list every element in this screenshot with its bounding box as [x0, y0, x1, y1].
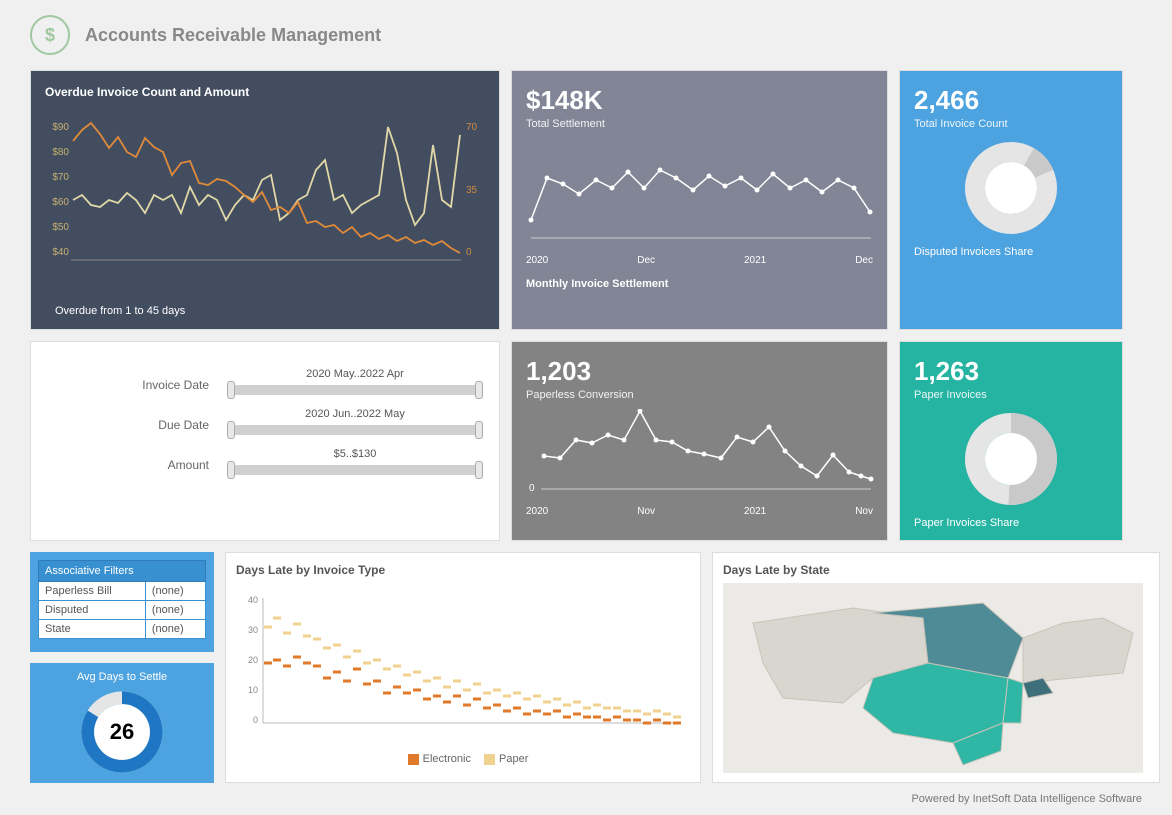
settlement-footer: Monthly Invoice Settlement [526, 278, 873, 290]
y-left-tick: $60 [52, 197, 69, 208]
assoc-row[interactable]: Disputed(none) [39, 601, 206, 620]
days-late-type-card: Days Late by Invoice Type 40 30 20 10 0 … [225, 552, 701, 783]
paper-invoices-card: 1,263 Paper Invoices Paper Invoices Shar… [899, 341, 1123, 541]
scatter-legend: Electronic Paper [236, 753, 690, 765]
ytick: 0 [253, 715, 258, 725]
y-left-tick: $40 [52, 247, 69, 258]
settlement-label: Total Settlement [526, 118, 873, 130]
xtick: Dec [855, 255, 873, 266]
y-right-tick: 35 [466, 185, 478, 196]
invoice-count-card: 2,466 Total Invoice Count Disputed Invoi… [899, 70, 1123, 330]
associative-filters-card: Associative Filters Paperless Bill(none)… [30, 552, 214, 652]
footer-text: Powered by InetSoft Data Intelligence So… [0, 783, 1172, 815]
xtick: 2020 [526, 255, 548, 266]
invoice-date-slider[interactable]: 2020 May..2022 Apr [227, 372, 483, 398]
ytick: 30 [248, 625, 258, 635]
amount-series [73, 127, 460, 225]
overdue-title: Overdue Invoice Count and Amount [31, 71, 499, 105]
paperless-kpi: 1,203 [526, 356, 873, 387]
paperless-chart[interactable]: 0 [526, 409, 876, 499]
paperless-label: Paperless Conversion [526, 389, 873, 401]
ytick: 20 [248, 655, 258, 665]
avg-days-gauge[interactable]: 26 [77, 687, 167, 777]
y-left-tick: $90 [52, 122, 69, 133]
xtick: Dec [637, 255, 655, 266]
electronic-series [264, 657, 681, 723]
scatter-title: Days Late by Invoice Type [236, 563, 690, 577]
ytick: 10 [248, 685, 258, 695]
filters-card: Invoice Date 2020 May..2022 Apr Due Date… [30, 341, 500, 541]
filter-label: Amount [47, 458, 227, 472]
page-title: Accounts Receivable Management [85, 25, 381, 46]
avg-days-value: 26 [110, 719, 134, 745]
paperless-card: 1,203 Paperless Conversion 0 2020 Nov 20… [511, 341, 888, 541]
filter-label: Due Date [47, 418, 227, 432]
paper-series [264, 618, 681, 717]
filter-due-date: Due Date 2020 Jun..2022 May [47, 412, 483, 438]
xtick: 2020 [526, 506, 548, 517]
xtick: 2021 [744, 255, 766, 266]
xtick: Nov [855, 506, 873, 517]
map-title: Days Late by State [723, 563, 1149, 577]
paper-share-label: Paper Invoices Share [914, 517, 1108, 529]
xtick: Nov [637, 506, 655, 517]
zero-label: 0 [529, 483, 535, 494]
overdue-card: Overdue Invoice Count and Amount $90 $80… [30, 70, 500, 330]
filter-invoice-date: Invoice Date 2020 May..2022 Apr [47, 372, 483, 398]
overdue-chart[interactable]: $90 $80 $70 $60 $50 $40 70 35 0 [31, 105, 481, 295]
y-left-tick: $80 [52, 147, 69, 158]
y-left-tick: $70 [52, 172, 69, 183]
filter-amount: Amount $5..$130 [47, 452, 483, 478]
settlement-kpi: $148K [526, 85, 873, 116]
assoc-row[interactable]: Paperless Bill(none) [39, 582, 206, 601]
y-right-tick: 0 [466, 247, 472, 258]
overdue-subtitle: Overdue from 1 to 45 days [31, 305, 185, 317]
amount-slider[interactable]: $5..$130 [227, 452, 483, 478]
legend-paper-icon [484, 754, 495, 765]
invoice-count-label: Total Invoice Count [914, 118, 1108, 130]
days-late-state-card: Days Late by State [712, 552, 1160, 783]
due-date-slider[interactable]: 2020 Jun..2022 May [227, 412, 483, 438]
count-series [73, 123, 460, 253]
paper-donut[interactable] [961, 409, 1061, 509]
paper-invoices-kpi: 1,263 [914, 356, 1108, 387]
invoice-count-kpi: 2,466 [914, 85, 1108, 116]
state-map[interactable] [723, 583, 1143, 773]
avg-days-card: Avg Days to Settle 26 [30, 663, 214, 783]
settlement-card: $148K Total Settlement 2020 Dec 2021 Dec… [511, 70, 888, 330]
settlement-chart[interactable] [526, 138, 876, 248]
filter-label: Invoice Date [47, 378, 227, 392]
xtick: 2021 [744, 506, 766, 517]
disputed-share-label: Disputed Invoices Share [914, 246, 1108, 258]
y-right-tick: 70 [466, 122, 478, 133]
settlement-line [531, 170, 870, 220]
legend-electronic-icon [408, 754, 419, 765]
y-left-tick: $50 [52, 222, 69, 233]
days-late-scatter[interactable]: 40 30 20 10 0 [236, 583, 686, 748]
ytick: 40 [248, 595, 258, 605]
avg-days-title: Avg Days to Settle [38, 671, 206, 683]
paper-invoices-label: Paper Invoices [914, 389, 1108, 401]
dollar-logo-icon: $ [30, 15, 70, 55]
disputed-donut[interactable] [961, 138, 1061, 238]
assoc-row[interactable]: State(none) [39, 620, 206, 639]
assoc-header: Associative Filters [39, 561, 206, 582]
